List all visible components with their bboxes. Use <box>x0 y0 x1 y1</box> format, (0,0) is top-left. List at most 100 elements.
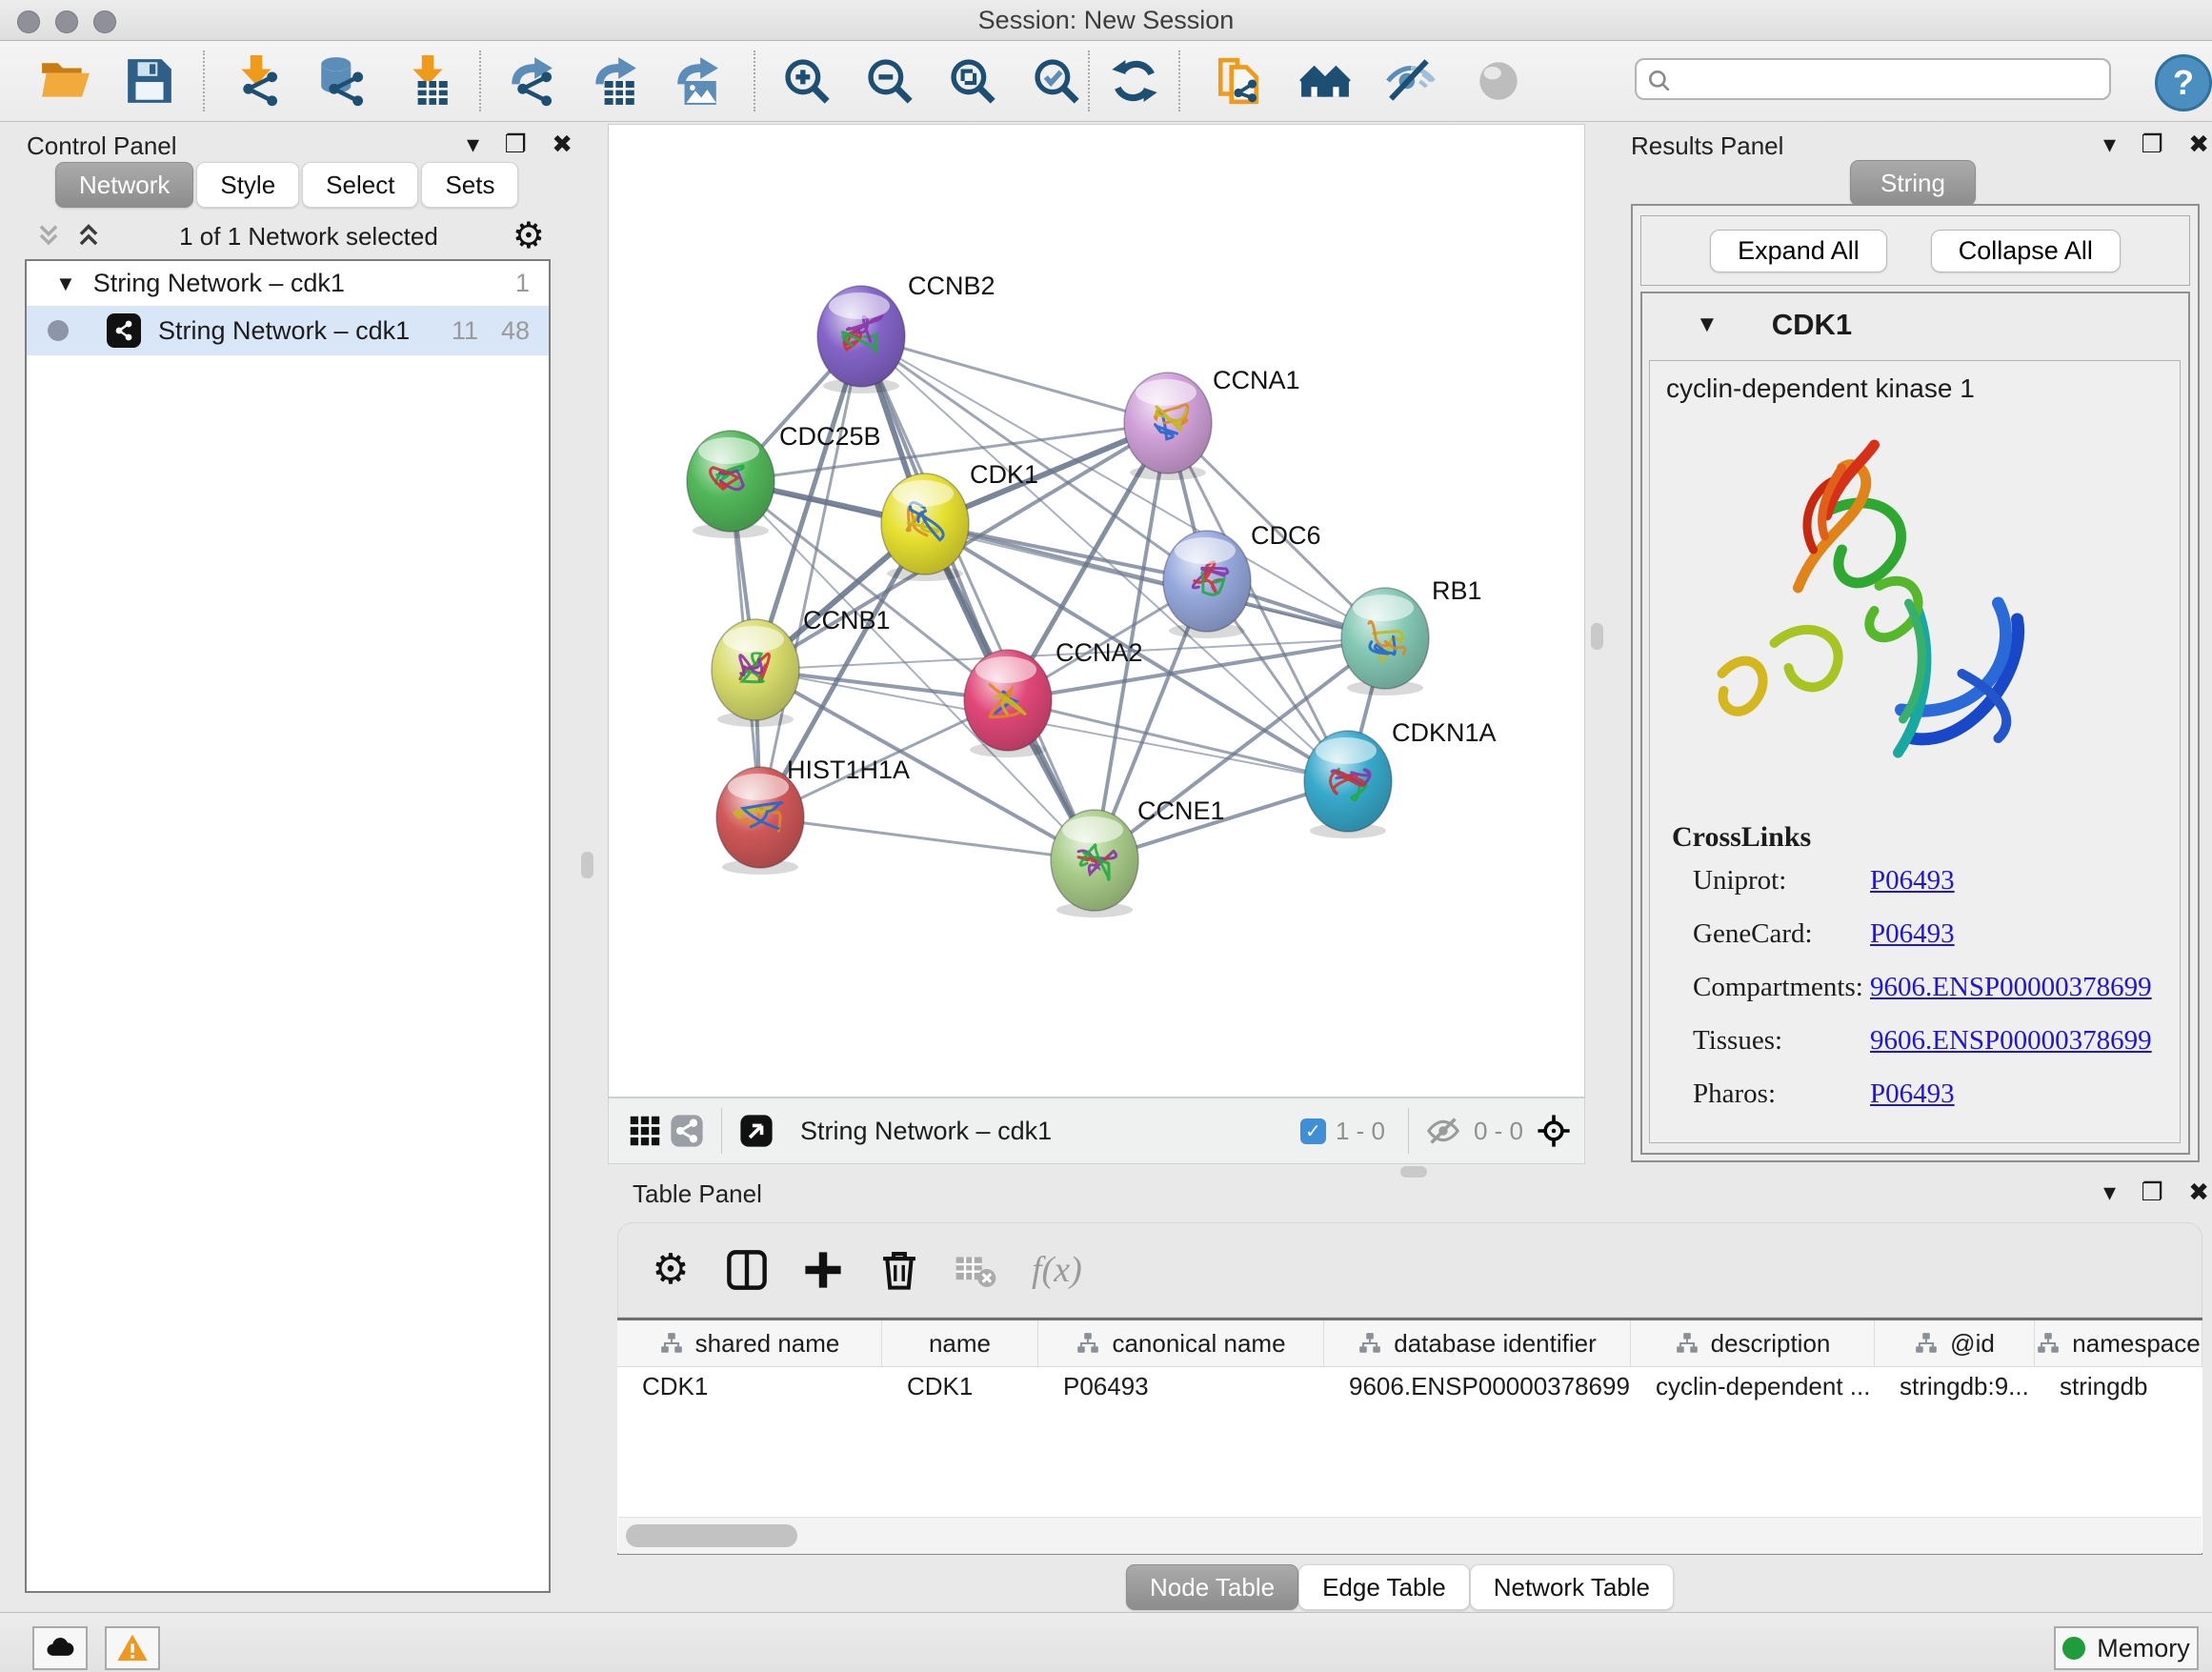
birds-eye-view-icon[interactable] <box>735 1110 777 1152</box>
table-cell[interactable]: stringdb <box>2035 1367 2202 1405</box>
tab-string[interactable]: String <box>1850 160 1976 206</box>
fit-selected-crosshair-icon[interactable] <box>1533 1110 1575 1152</box>
crosslink-row: Compartments:9606.ENSP00000378699 <box>1693 972 2188 1019</box>
panel-float-icon[interactable]: ❐ <box>2142 1178 2163 1207</box>
panel-float-icon[interactable]: ❐ <box>2142 130 2163 159</box>
bottom-splitter-grip[interactable] <box>1400 1166 1427 1178</box>
network-node-CCNB2[interactable]: CCNB2 <box>817 272 995 393</box>
column-header-@id[interactable]: @id <box>1875 1320 2035 1366</box>
search-input[interactable] <box>1635 58 2111 100</box>
save-session-icon[interactable] <box>122 53 177 109</box>
tab-edge-table[interactable]: Edge Table <box>1298 1564 1470 1610</box>
left-splitter-grip[interactable] <box>581 852 593 878</box>
panel-menu-icon[interactable]: ▾ <box>2103 130 2116 159</box>
export-image-icon[interactable] <box>669 53 724 109</box>
collapse-all-button[interactable]: Collapse All <box>1931 230 2121 272</box>
right-splitter-grip[interactable] <box>1591 623 1603 650</box>
table-cell[interactable]: CDK1 <box>617 1367 882 1405</box>
tab-style[interactable]: Style <box>196 162 299 208</box>
expand-collapse-section: Expand All Collapse All <box>1640 215 2190 286</box>
expand-all-button[interactable]: Expand All <box>1710 230 1887 272</box>
crosslink-link[interactable]: P06493 <box>1870 1078 1955 1109</box>
tab-network[interactable]: Network <box>55 162 193 208</box>
string-home-icon[interactable] <box>1297 53 1353 109</box>
network-row-selected[interactable]: String Network – cdk1 11 48 <box>27 306 549 355</box>
import-network-from-database-icon[interactable] <box>314 53 370 109</box>
zoom-fit-icon[interactable] <box>945 53 1000 109</box>
zoom-window-icon[interactable] <box>93 10 116 33</box>
delete-column-icon[interactable] <box>875 1246 923 1294</box>
table-cell[interactable]: CDK1 <box>882 1367 1038 1405</box>
table-options-gear-icon[interactable]: ⚙ <box>647 1246 694 1294</box>
collection-count: 1 <box>515 269 530 298</box>
network-node-CCNA1[interactable]: CCNA1 <box>1124 366 1300 480</box>
show-panel-eye-icon[interactable] <box>1471 53 1526 109</box>
refresh-icon[interactable] <box>1107 53 1162 109</box>
memory-button[interactable]: Memory <box>2054 1626 2199 1670</box>
crosslink-link[interactable]: 9606.ENSP00000378699 <box>1870 1025 2152 1056</box>
panel-menu-icon[interactable]: ▾ <box>467 130 479 159</box>
network-node-RB1[interactable]: RB1 <box>1341 576 1482 695</box>
column-header-description[interactable]: description <box>1631 1320 1875 1366</box>
network-node-HIST1H1A[interactable]: HIST1H1A <box>716 755 910 875</box>
cdk1-collapse-icon[interactable]: ▼ <box>1696 312 1719 338</box>
open-session-icon[interactable] <box>38 53 93 109</box>
export-network-icon[interactable] <box>503 53 558 109</box>
expand-all-icon[interactable] <box>72 222 105 251</box>
new-network-from-file-icon[interactable] <box>1212 53 1267 109</box>
tab-sets[interactable]: Sets <box>421 162 518 208</box>
selected-checkbox[interactable]: ✓ <box>1300 1118 1326 1144</box>
import-table-icon[interactable] <box>400 53 455 109</box>
collection-label: String Network – cdk1 <box>93 269 345 298</box>
zoom-in-icon[interactable] <box>779 53 835 109</box>
show-columns-icon[interactable] <box>723 1246 771 1294</box>
hide-panel-eye-slash-icon[interactable] <box>1383 53 1438 109</box>
panel-close-icon[interactable]: ✖ <box>552 130 573 159</box>
network-view-icon[interactable] <box>666 1110 708 1152</box>
collection-expand-icon[interactable]: ▼ <box>55 272 76 296</box>
hidden-eye-slash-icon[interactable] <box>1422 1110 1464 1152</box>
network-options-gear-icon[interactable]: ⚙ <box>513 218 545 254</box>
network-node-CDKN1A[interactable]: CDKN1A <box>1304 718 1497 838</box>
tab-network-table[interactable]: Network Table <box>1470 1564 1674 1610</box>
column-header-name[interactable]: name <box>882 1320 1038 1366</box>
crosslink-link[interactable]: 9606.ENSP00000378699 <box>1870 972 2152 1002</box>
collapse-all-icon[interactable] <box>32 222 65 251</box>
panel-close-icon[interactable]: ✖ <box>2188 1178 2209 1207</box>
title-bar: Session: New Session <box>0 0 2212 41</box>
minimize-window-icon[interactable] <box>55 10 78 33</box>
scrollbar-thumb[interactable] <box>626 1524 797 1547</box>
crosslink-link[interactable]: P06493 <box>1870 918 1955 949</box>
network-node-CDK1[interactable]: CDK1 <box>881 460 1038 581</box>
table-horizontal-scrollbar[interactable] <box>618 1517 2202 1554</box>
import-network-icon[interactable] <box>229 53 284 109</box>
column-header-database-identifier[interactable]: database identifier <box>1324 1320 1631 1366</box>
column-header-canonical-name[interactable]: canonical name <box>1038 1320 1324 1366</box>
network-collection-row[interactable]: ▼ String Network – cdk1 1 <box>27 261 549 306</box>
panel-float-icon[interactable]: ❐ <box>505 130 527 159</box>
column-header-namespace[interactable]: namespace <box>2035 1320 2202 1366</box>
network-node-CDC6[interactable]: CDC6 <box>1163 521 1321 638</box>
warnings-button[interactable] <box>105 1626 160 1670</box>
network-node-CDC25B[interactable]: CDC25B <box>687 422 881 538</box>
help-button[interactable]: ? <box>2155 54 2212 111</box>
tab-node-table[interactable]: Node Table <box>1126 1564 1298 1610</box>
zoom-selected-icon[interactable] <box>1029 53 1084 109</box>
close-window-icon[interactable] <box>17 10 40 33</box>
panel-menu-icon[interactable]: ▾ <box>2103 1178 2116 1207</box>
tab-select[interactable]: Select <box>302 162 418 208</box>
export-table-icon[interactable] <box>587 53 642 109</box>
cloud-status-button[interactable] <box>32 1626 88 1670</box>
create-column-icon[interactable] <box>799 1246 847 1294</box>
table-cell[interactable]: P06493 <box>1038 1367 1324 1405</box>
network-node-CCNE1[interactable]: CCNE1 <box>1051 796 1225 917</box>
panel-close-icon[interactable]: ✖ <box>2188 130 2209 159</box>
column-header-shared-name[interactable]: shared name <box>617 1320 882 1366</box>
network-canvas[interactable]: CCNB2CCNA1CDC25BCDK1CDC6RB1CCNB1CCNA2CDK… <box>608 124 1585 1098</box>
table-cell[interactable]: cyclin-dependent ... <box>1631 1367 1875 1405</box>
grid-view-icon[interactable] <box>624 1110 666 1152</box>
zoom-out-icon[interactable] <box>862 53 917 109</box>
crosslink-link[interactable]: P06493 <box>1870 865 1955 896</box>
table-cell[interactable]: 9606.ENSP00000378699 <box>1324 1367 1631 1405</box>
table-cell[interactable]: stringdb:9... <box>1875 1367 2035 1405</box>
